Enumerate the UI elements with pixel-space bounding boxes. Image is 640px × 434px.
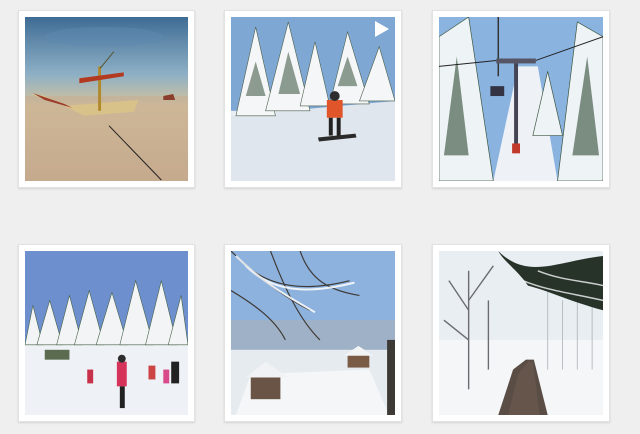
photo-snowboarder[interactable] xyxy=(231,17,395,181)
photo-post[interactable] xyxy=(432,244,610,422)
photo-grid xyxy=(0,0,640,434)
photo-snowy-road[interactable] xyxy=(439,251,603,415)
play-icon xyxy=(371,19,391,39)
photo-snowy-village[interactable] xyxy=(231,251,395,415)
photo-ski-lift[interactable] xyxy=(439,17,603,181)
photo-post[interactable] xyxy=(18,10,195,188)
photo-post[interactable] xyxy=(224,244,402,422)
photo-boat-sunset[interactable] xyxy=(25,17,188,181)
photo-post[interactable] xyxy=(18,244,195,422)
photo-skiers-slope[interactable] xyxy=(25,251,188,415)
photo-post[interactable] xyxy=(432,10,610,188)
video-post[interactable] xyxy=(224,10,402,188)
